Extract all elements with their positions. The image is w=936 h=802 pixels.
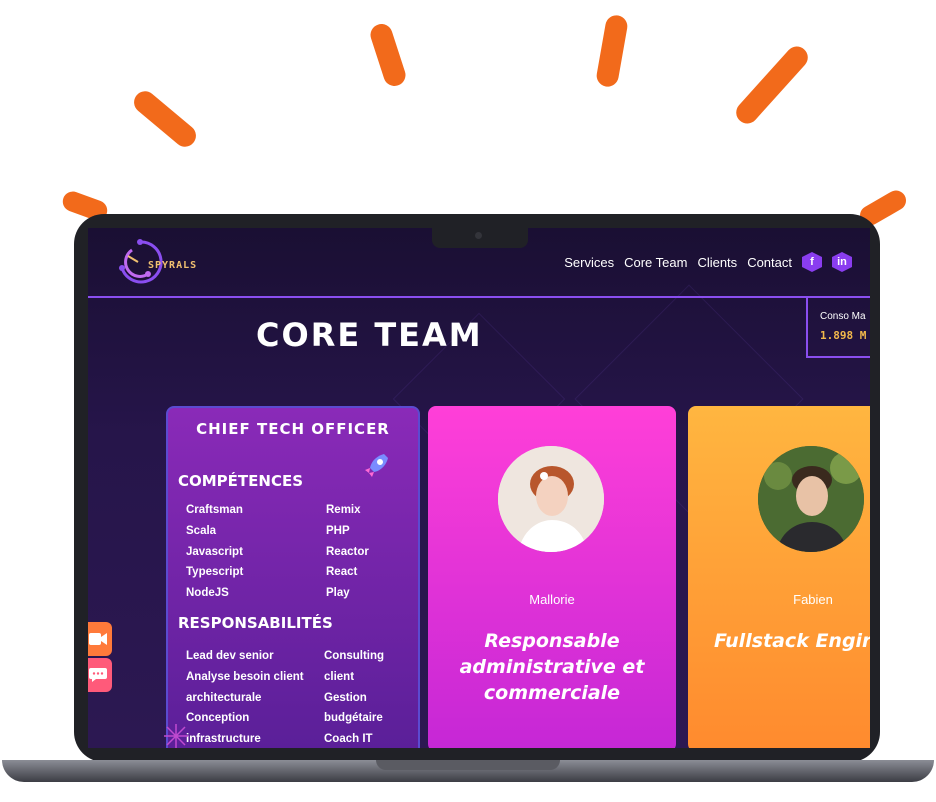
competence-item: Craftsman (186, 504, 243, 516)
competences-heading: COMPÉTENCES (178, 472, 304, 490)
resp-item: Lead dev senior (186, 650, 274, 662)
team-card-cto[interactable]: CHIEF TECH OFFICER COMPÉTENCES Craftsman… (166, 406, 420, 748)
resp-item: budgétaire (324, 712, 383, 725)
portrait-image (758, 446, 864, 552)
resp-item: Conception (186, 712, 250, 725)
portrait-image (498, 446, 604, 552)
decor-stroke (367, 21, 409, 89)
page-title: CORE TEAM (256, 316, 483, 354)
top-nav: Services Core Team Clients Contact f in (564, 252, 852, 272)
sparkle-icon (164, 724, 188, 748)
competence-item: PHP (326, 524, 350, 537)
header-divider (88, 296, 870, 298)
nav-core-team[interactable]: Core Team (624, 255, 687, 270)
resp-list-2: Consulting client Gestion budgétaire Coa… (324, 646, 384, 748)
team-card-fabien[interactable]: Fabien Fullstack Engir (688, 406, 870, 748)
video-icon (89, 633, 107, 645)
competences-list-1: Craftsman Scala Javascript Typescript No… (186, 500, 243, 604)
camera-icon (475, 232, 482, 239)
resp-item: infrastructure (186, 733, 261, 746)
competence-item: Typescript (186, 566, 244, 579)
linkedin-icon[interactable]: in (832, 252, 852, 272)
resp-item: architecturale (186, 691, 262, 704)
conso-box: Conso Ma 1.898 M (806, 298, 870, 358)
resp-item: Coach IT (324, 733, 373, 746)
chat-icon (89, 668, 107, 682)
member-role: Fullstack Engir (714, 628, 870, 654)
competence-item: Reactor (326, 545, 369, 558)
nav-services[interactable]: Services (564, 255, 614, 270)
competence-item: React (326, 566, 358, 579)
member-name: Fabien (793, 592, 833, 607)
decor-stroke (129, 86, 201, 152)
chat-button[interactable] (88, 658, 112, 692)
video-call-button[interactable] (88, 622, 112, 656)
role-line: Fullstack Engir (714, 630, 870, 652)
competence-item: Javascript (186, 545, 243, 558)
competence-item: Play (326, 587, 350, 600)
rocket-icon (365, 454, 388, 477)
responsabilites-heading: RESPONSABILITÉS (178, 614, 333, 632)
decor-stroke (731, 41, 813, 129)
logo-text: SPYRALS (148, 260, 198, 271)
nav-clients[interactable]: Clients (697, 255, 737, 270)
decor-stroke (594, 13, 630, 89)
resp-item: Analyse besoin client (186, 670, 304, 683)
role-line: commerciale (483, 682, 621, 704)
nav-contact[interactable]: Contact (747, 255, 792, 270)
competences-list-2: Remix PHP Reactor React Play (326, 500, 369, 604)
team-card-mallorie[interactable]: Mallorie Responsable administrative et c… (428, 406, 676, 748)
resp-list-1: Lead dev senior Analyse besoin client ar… (186, 646, 304, 748)
competence-item: Remix (326, 504, 361, 516)
role-line: Responsable (484, 630, 620, 652)
card-title: CHIEF TECH OFFICER (196, 420, 390, 438)
role-line: administrative et (459, 656, 645, 678)
avatar (498, 446, 604, 552)
competence-item: Scala (186, 524, 217, 537)
facebook-icon[interactable]: f (802, 252, 822, 272)
member-role: Responsable administrative et commercial… (428, 628, 676, 706)
conso-value: 1.898 M (820, 329, 867, 342)
laptop-base-lip (376, 760, 560, 770)
resp-item: Consulting (324, 650, 385, 662)
member-name: Mallorie (529, 592, 575, 607)
screen: SPYRALS Services Core Team Clients Conta… (88, 228, 870, 748)
competence-item: NodeJS (186, 587, 229, 600)
conso-label: Conso Ma (820, 311, 866, 322)
resp-item: Gestion (324, 691, 367, 704)
avatar (758, 446, 864, 552)
resp-item: client (324, 670, 355, 683)
